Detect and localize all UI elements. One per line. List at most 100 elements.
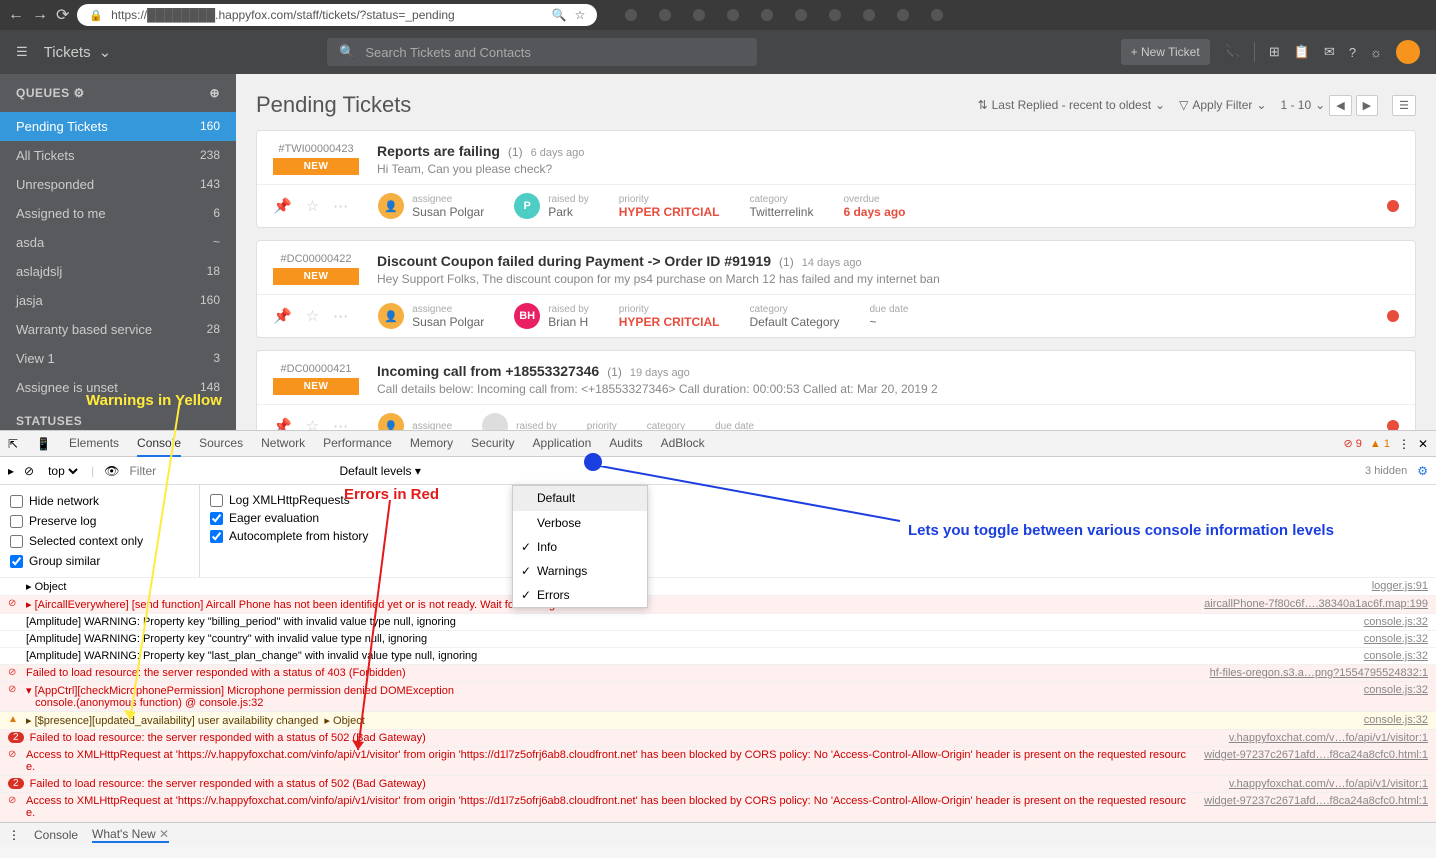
log-source[interactable]: console.js:32 — [1364, 714, 1428, 726]
log-source[interactable]: v.happyfoxchat.com/v…fo/api/v1/visitor:1 — [1229, 732, 1428, 744]
ticket-title[interactable]: Incoming call from +18553327346 — [377, 363, 599, 379]
console-option[interactable]: Eager evaluation — [200, 509, 1436, 527]
console-option[interactable]: Hide network — [0, 491, 199, 511]
console-row[interactable]: ⊘Access to XMLHttpRequest at 'https://v.… — [0, 793, 1436, 822]
console-option[interactable]: Autocomplete from history — [200, 527, 1436, 545]
devtools-tab-console[interactable]: Console — [137, 431, 181, 457]
console-sidebar-icon[interactable]: ▸ — [8, 464, 14, 478]
drawer-console[interactable]: Console — [34, 828, 78, 842]
log-source[interactable]: logger.js:91 — [1372, 580, 1428, 592]
view-toggle[interactable]: ☰ — [1392, 95, 1416, 116]
console-row[interactable]: ⊘▸ [AircallEverywhere] [send function] A… — [0, 596, 1436, 614]
log-source[interactable]: console.js:32 — [1364, 616, 1428, 628]
phone-icon[interactable]: 📞 — [1224, 44, 1240, 60]
level-errors[interactable]: ✓Errors — [513, 583, 647, 607]
console-row[interactable]: [Amplitude] WARNING: Property key "count… — [0, 631, 1436, 648]
device-icon[interactable]: 📱 — [36, 437, 51, 451]
context-select[interactable]: top — [44, 463, 81, 479]
log-source[interactable]: widget-97237c2671afd….f8ca24a8cfc0.html:… — [1204, 749, 1428, 761]
console-filter[interactable] — [129, 464, 329, 478]
warning-count[interactable]: ▲ 1 — [1370, 438, 1390, 450]
devtools-tab-network[interactable]: Network — [261, 431, 305, 457]
log-source[interactable]: hf-files-oregon.s3.a…png?1554795524832:1 — [1210, 667, 1428, 679]
devtools-tab-adblock[interactable]: AdBlock — [661, 431, 705, 457]
back-button[interactable]: ← — [8, 6, 24, 24]
log-source[interactable]: console.js:32 — [1364, 650, 1428, 662]
more-icon[interactable]: ⋯ — [333, 197, 348, 215]
console-row[interactable]: ▲▸ [$presence][updated_availability] use… — [0, 712, 1436, 730]
star-icon[interactable]: ☆ — [306, 197, 319, 215]
log-source[interactable]: console.js:32 — [1364, 684, 1428, 696]
console-row[interactable]: [Amplitude] WARNING: Property key "billi… — [0, 614, 1436, 631]
devtools-close[interactable]: ✕ — [1418, 437, 1428, 451]
sidebar-item[interactable]: asda~ — [0, 228, 236, 257]
devtools-tab-elements[interactable]: Elements — [69, 431, 119, 457]
star-icon[interactable]: ☆ — [306, 307, 319, 325]
close-icon[interactable]: ✕ — [159, 827, 169, 841]
level-info[interactable]: ✓Info — [513, 535, 647, 559]
ticket-card[interactable]: #DC00000421 NEW Incoming call from +1855… — [256, 350, 1416, 430]
settings-icon[interactable]: ☼ — [1370, 45, 1382, 60]
console-row[interactable]: ▸ Objectlogger.js:91 — [0, 578, 1436, 596]
level-verbose[interactable]: Verbose — [513, 511, 647, 535]
more-icon[interactable]: ⋯ — [333, 307, 348, 325]
reload-button[interactable]: ⟳ — [56, 5, 69, 25]
gear-icon[interactable]: ⚙ — [74, 86, 85, 100]
ticket-title[interactable]: Discount Coupon failed during Payment ->… — [377, 253, 771, 269]
mail-icon[interactable]: ✉ — [1324, 44, 1335, 60]
app-title[interactable]: Tickets ⌄ — [44, 43, 112, 61]
sidebar-item[interactable]: Pending Tickets160 — [0, 112, 236, 141]
devtools-tab-application[interactable]: Application — [533, 431, 592, 457]
sort-control[interactable]: ⇅ Last Replied - recent to oldest ⌄ — [978, 98, 1166, 112]
console-row[interactable]: 2Failed to load resource: the server res… — [0, 776, 1436, 793]
levels-dropdown-trigger[interactable]: Default levels ▾ — [339, 464, 420, 478]
add-queue-button[interactable]: ⊕ — [209, 86, 220, 100]
console-row[interactable]: ⊘▾ [AppCtrl][checkMicrophonePermission] … — [0, 682, 1436, 712]
ticket-card[interactable]: #TWI00000423 NEW Reports are failing (1)… — [256, 130, 1416, 228]
star-icon[interactable]: ☆ — [575, 8, 586, 22]
console-row[interactable]: ⊘Failed to load resource: the server res… — [0, 665, 1436, 682]
log-source[interactable]: aircallPhone-7f80c6f….38340a1ac6f.map:19… — [1204, 598, 1428, 610]
devtools-tab-security[interactable]: Security — [471, 431, 514, 457]
sidebar-item[interactable]: Assigned to me6 — [0, 199, 236, 228]
log-source[interactable]: v.happyfoxchat.com/v…fo/api/v1/visitor:1 — [1229, 778, 1428, 790]
ticket-title[interactable]: Reports are failing — [377, 143, 500, 159]
user-avatar[interactable] — [1396, 40, 1420, 64]
log-source[interactable]: widget-97237c2671afd….f8ca24a8cfc0.html:… — [1204, 795, 1428, 807]
drawer-menu[interactable]: ⋮ — [8, 828, 20, 842]
inspect-icon[interactable]: ⇱ — [8, 437, 18, 451]
level-warnings[interactable]: ✓Warnings — [513, 559, 647, 583]
console-row[interactable]: ⊘Access to XMLHttpRequest at 'https://v.… — [0, 747, 1436, 776]
sidebar-item[interactable]: jasja160 — [0, 286, 236, 315]
log-source[interactable]: console.js:32 — [1364, 633, 1428, 645]
devtools-tab-memory[interactable]: Memory — [410, 431, 453, 457]
menu-icon[interactable]: ☰ — [16, 44, 28, 60]
level-default[interactable]: Default — [513, 486, 647, 510]
console-option[interactable]: Log XMLHttpRequests — [200, 491, 1436, 509]
more-icon[interactable]: ⋯ — [333, 417, 348, 430]
filter-control[interactable]: ▽ Apply Filter ⌄ — [1179, 98, 1266, 112]
star-icon[interactable]: ☆ — [306, 417, 319, 430]
new-ticket-button[interactable]: + New Ticket — [1121, 39, 1210, 65]
console-option[interactable]: Selected context only — [0, 531, 199, 551]
console-option[interactable]: Preserve log — [0, 511, 199, 531]
sidebar-item[interactable]: aslajdslj18 — [0, 257, 236, 286]
panel-icon[interactable]: ⊞ — [1269, 44, 1280, 60]
sidebar-item[interactable]: View 13 — [0, 344, 236, 373]
console-row[interactable]: 2Failed to load resource: the server res… — [0, 730, 1436, 747]
pager-prev[interactable]: ◀ — [1329, 95, 1351, 116]
pager-next[interactable]: ▶ — [1356, 95, 1378, 116]
console-settings-icon[interactable]: ⚙ — [1417, 464, 1428, 478]
search-input[interactable]: 🔍 Search Tickets and Contacts — [327, 38, 757, 66]
console-row[interactable]: [Amplitude] WARNING: Property key "last_… — [0, 648, 1436, 665]
console-option[interactable]: Group similar — [0, 551, 199, 571]
pin-icon[interactable]: 📌 — [273, 197, 292, 215]
ticket-card[interactable]: #DC00000422 NEW Discount Coupon failed d… — [256, 240, 1416, 338]
sidebar-item[interactable]: All Tickets238 — [0, 141, 236, 170]
help-icon[interactable]: ? — [1349, 45, 1356, 60]
devtools-menu[interactable]: ⋮ — [1398, 437, 1410, 451]
devtools-tab-performance[interactable]: Performance — [323, 431, 392, 457]
pin-icon[interactable]: 📌 — [273, 307, 292, 325]
sidebar-item[interactable]: Assignee is unset148 — [0, 373, 236, 402]
devtools-tab-audits[interactable]: Audits — [609, 431, 642, 457]
